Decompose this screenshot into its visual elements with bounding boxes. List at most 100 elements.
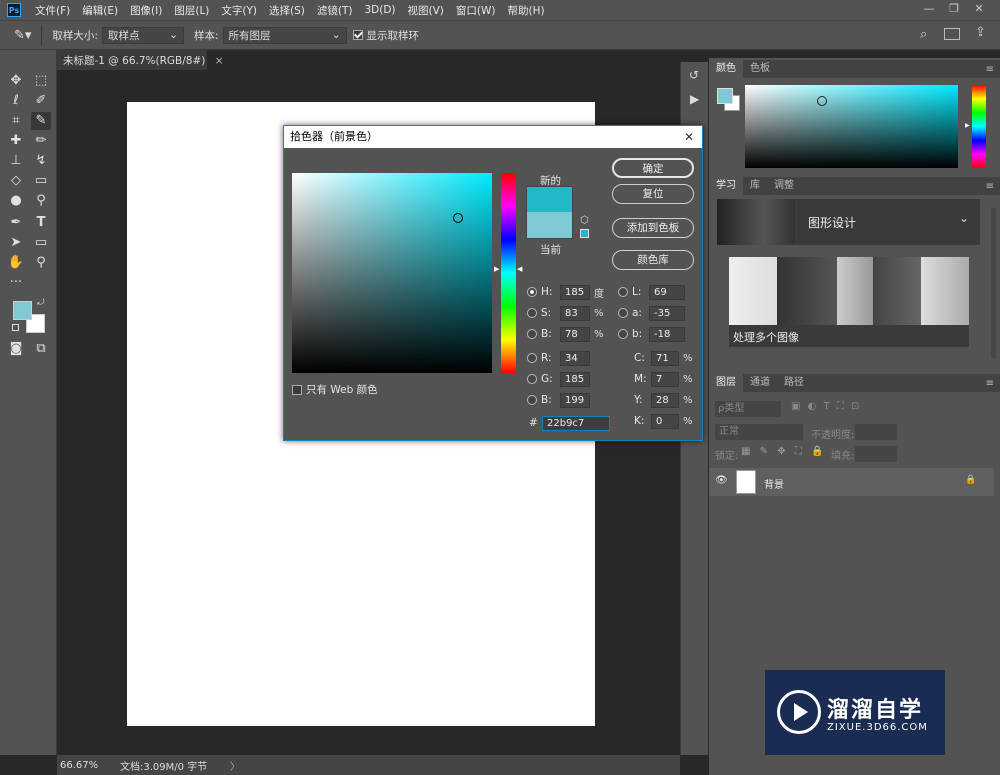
restore-button[interactable]: ❐: [943, 2, 965, 18]
add-to-swatches-button[interactable]: 添加到色板: [612, 218, 694, 238]
menu-3d[interactable]: 3D(D): [358, 4, 401, 16]
brightness-radio[interactable]: [527, 329, 537, 339]
minimize-button[interactable]: —: [918, 2, 940, 18]
menu-type[interactable]: 文字(Y): [215, 3, 263, 18]
history-panel-icon[interactable]: ↺: [689, 68, 699, 82]
panel-menu-icon[interactable]: ≡: [986, 64, 994, 75]
red-input[interactable]: 34: [560, 350, 590, 366]
fill-input[interactable]: [855, 446, 897, 462]
tab-learn[interactable]: 学习: [709, 177, 743, 195]
menu-window[interactable]: 窗口(W): [450, 3, 502, 18]
hue-radio[interactable]: [527, 287, 537, 297]
color-field-marker[interactable]: [453, 213, 463, 223]
menu-image[interactable]: 图像(I): [124, 3, 168, 18]
layer-kind-filter[interactable]: ρ类型: [715, 401, 781, 417]
eraser-tool-icon[interactable]: ◇: [6, 172, 26, 190]
dodge-tool-icon[interactable]: ⚲: [31, 192, 51, 210]
sample-select[interactable]: 所有图层 ⌄: [222, 26, 347, 44]
marquee-tool-icon[interactable]: ⬚: [31, 72, 51, 90]
lab-l-input[interactable]: 69: [649, 284, 685, 300]
shape-filter-icon[interactable]: ⛶: [837, 401, 844, 412]
panel-menu-icon[interactable]: ≡: [986, 181, 994, 192]
menu-filter[interactable]: 滤镜(T): [311, 3, 359, 18]
quick-mask-icon[interactable]: ◙: [6, 340, 26, 358]
lab-b-input[interactable]: -18: [649, 326, 685, 342]
zoom-level[interactable]: 66.67%: [60, 760, 120, 771]
quick-select-tool-icon[interactable]: ✐: [31, 92, 51, 110]
lasso-tool-icon[interactable]: ℓ: [6, 92, 26, 110]
search-icon[interactable]: ⌕: [920, 27, 927, 42]
tab-paths[interactable]: 路径: [777, 374, 811, 392]
blue-input[interactable]: 199: [560, 392, 590, 408]
layer-filter-icons[interactable]: ▣ ◐ T ⛶ ⊡: [791, 401, 859, 412]
red-radio[interactable]: [527, 353, 537, 363]
type-filter-icon[interactable]: T: [824, 401, 830, 412]
panel-menu-icon[interactable]: ≡: [986, 378, 994, 389]
saturation-brightness-field[interactable]: [292, 173, 492, 373]
blur-tool-icon[interactable]: ●: [6, 192, 26, 210]
zoom-tool-icon[interactable]: ⚲: [31, 254, 51, 272]
color-libraries-button[interactable]: 颜色库: [612, 250, 694, 270]
web-only-option[interactable]: 只有 Web 颜色: [292, 382, 378, 397]
show-ring-checkbox[interactable]: [352, 30, 363, 40]
lab-b-radio[interactable]: [618, 329, 628, 339]
menu-file[interactable]: 文件(F): [29, 3, 76, 18]
close-window-button[interactable]: ✕: [968, 2, 990, 18]
menu-edit[interactable]: 编辑(E): [76, 3, 124, 18]
swap-colors-icon[interactable]: ⤾: [37, 298, 45, 308]
tab-layers[interactable]: 图层: [709, 374, 743, 392]
color-panel-hue-slider[interactable]: [972, 85, 986, 168]
blue-radio[interactable]: [527, 395, 537, 405]
layer-row-background[interactable]: 👁 背景 🔒: [709, 468, 994, 496]
more-tools-icon[interactable]: ···: [6, 274, 26, 292]
lab-l-radio[interactable]: [618, 287, 628, 297]
eyedropper-tool-icon[interactable]: ✎: [31, 112, 51, 130]
hue-slider[interactable]: [501, 173, 516, 373]
current-color-swatch[interactable]: [526, 212, 573, 239]
tab-swatches[interactable]: 色板: [743, 60, 777, 78]
screen-mode-icon[interactable]: ⧉: [31, 340, 51, 358]
learn-tutorial-card[interactable]: 处理多个图像: [729, 257, 969, 347]
tab-channels[interactable]: 通道: [743, 374, 777, 392]
hue-slider-left-arrow-icon[interactable]: ▶: [494, 265, 499, 273]
web-only-checkbox[interactable]: [292, 384, 302, 395]
learn-header-card[interactable]: 图形设计 ⌄: [717, 199, 980, 245]
opacity-input[interactable]: [855, 424, 897, 440]
lock-position-icon[interactable]: ✥: [777, 446, 785, 457]
tab-adjustments[interactable]: 调整: [767, 177, 801, 195]
blend-mode-select[interactable]: 正常: [715, 424, 803, 440]
close-tab-icon[interactable]: ×: [215, 55, 224, 67]
lock-all-icon[interactable]: 🔒: [811, 446, 823, 457]
document-tab[interactable]: 未标题-1 @ 66.7%(RGB/8#) ×: [57, 50, 224, 70]
learn-panel-scrollbar[interactable]: [991, 208, 996, 358]
lab-a-input[interactable]: -35: [649, 305, 685, 321]
color-panel-field[interactable]: [745, 85, 958, 168]
ok-button[interactable]: 确定: [612, 158, 694, 178]
menu-help[interactable]: 帮助(H): [502, 3, 551, 18]
yellow-input[interactable]: 28: [651, 392, 679, 408]
crop-tool-icon[interactable]: ⌗: [6, 112, 26, 130]
sample-size-select[interactable]: 取样点 ⌄: [101, 26, 184, 44]
tab-libraries[interactable]: 库: [743, 177, 767, 195]
hue-input[interactable]: 185: [560, 284, 590, 300]
lock-artboard-icon[interactable]: ⛶: [795, 446, 802, 457]
hue-slider-right-arrow-icon[interactable]: ◀: [517, 265, 522, 273]
green-radio[interactable]: [527, 374, 537, 384]
saturation-input[interactable]: 83: [560, 305, 590, 321]
eye-icon[interactable]: 👁: [715, 475, 728, 486]
lock-pixels-icon[interactable]: ✎: [760, 446, 768, 457]
reset-button[interactable]: 复位: [612, 184, 694, 204]
brush-tool-icon[interactable]: ✏: [31, 132, 51, 150]
move-tool-icon[interactable]: ✥: [6, 72, 26, 90]
menu-select[interactable]: 选择(S): [263, 3, 311, 18]
status-arrow-icon[interactable]: 〉: [230, 758, 240, 773]
menu-layer[interactable]: 图层(L): [168, 3, 215, 18]
close-icon[interactable]: ✕: [684, 126, 694, 148]
default-colors-icon[interactable]: [12, 324, 19, 331]
path-select-tool-icon[interactable]: ➤: [6, 234, 26, 252]
layer-name[interactable]: 背景: [764, 476, 784, 491]
pen-tool-icon[interactable]: ✒: [6, 214, 26, 232]
history-brush-tool-icon[interactable]: ↯: [31, 152, 51, 170]
black-input[interactable]: 0: [651, 413, 679, 429]
chevron-down-icon[interactable]: ⌄: [959, 211, 969, 225]
